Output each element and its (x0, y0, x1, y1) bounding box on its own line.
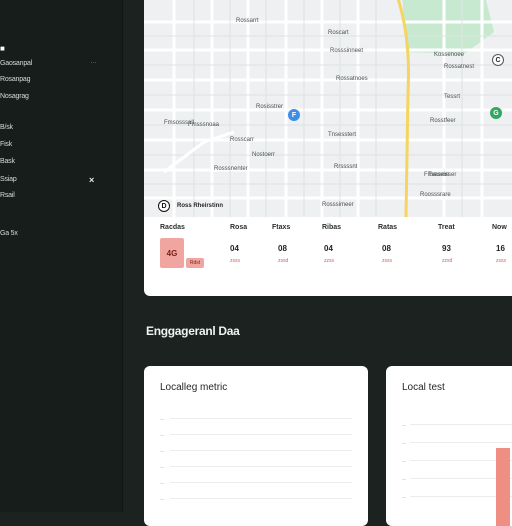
grid-line (170, 418, 352, 419)
sidebar-item-9[interactable]: Ga 5x (0, 230, 18, 237)
map-label: Rossatnoes (336, 76, 368, 82)
grid-line (170, 482, 352, 483)
sidebar: ■ Gaosanpal … Rosanpag Nosagrag B/sk Fis… (0, 0, 123, 512)
grid-line (170, 498, 352, 499)
axis-tick: — (402, 422, 406, 427)
axis-tick: — (402, 494, 406, 499)
metric-card: Localleg metric — — — — — — (144, 366, 368, 526)
stat-header: Racdas (160, 224, 185, 231)
stat-value: 16 (496, 244, 505, 253)
axis-tick: — (402, 476, 406, 481)
map-label: Rosisstrer (256, 104, 284, 110)
map-label: Ross Rheirstinn (177, 203, 224, 209)
axis-tick: — (160, 416, 164, 421)
axis-tick: — (402, 440, 406, 445)
map-label: Tessrt (444, 94, 461, 100)
metric-card: Local test — — — — — (386, 366, 512, 526)
stat-sub: zsss (382, 258, 392, 264)
card-title: Local test (402, 382, 445, 393)
sidebar-item-4[interactable]: B/sk (0, 124, 13, 131)
map-label: Nostoerr (252, 152, 276, 158)
map-label: Rossarrt (236, 18, 259, 24)
section-title: Enggageranl Daa (146, 324, 240, 338)
map-label: Tnsesstert (328, 132, 357, 138)
map-label: Rosstfeer (430, 118, 456, 124)
sidebar-item-3[interactable]: Nosagrag (0, 93, 29, 100)
stat-header: Rosa (230, 224, 248, 231)
axis-tick: — (160, 464, 164, 469)
axis-tick: — (160, 496, 164, 501)
map-label: Roosssrare (420, 192, 451, 198)
grid-line (170, 434, 352, 435)
sidebar-item-2[interactable]: Rosanpag (0, 76, 31, 83)
map-label: Rosssinneet (330, 48, 364, 54)
stat-sub: zzss (324, 258, 334, 264)
sidebar-item-1[interactable]: Gaosanpal (0, 60, 32, 67)
chart-bar[interactable] (496, 448, 510, 526)
stats-row: Racdas 4G Rdst Rosa 04 zsss Ftaxs 08 zss… (144, 224, 512, 284)
map-label: Rosssimeer (322, 202, 354, 208)
map[interactable]: Fmsosssall Rosscarr Rossarrt Rosisstrer … (144, 0, 512, 217)
location-pin-icon[interactable]: C (492, 54, 504, 66)
stat-header: Ratas (378, 224, 398, 231)
sidebar-item-8[interactable]: Rsail (0, 192, 15, 199)
axis-tick: — (160, 448, 164, 453)
axis-tick: — (160, 432, 164, 437)
map-label: Tsesaisser (428, 172, 457, 178)
map-label: Rosssnenter (214, 166, 248, 172)
stat-highlight-value: 4G (160, 238, 184, 268)
stat-header: Ftaxs (272, 224, 291, 231)
sidebar-item-home[interactable]: ■ (0, 44, 5, 53)
sidebar-item-5[interactable]: Fisk (0, 141, 12, 148)
grid-line (410, 424, 512, 425)
stat-highlight-sub: Rdst (186, 258, 204, 268)
stat-value: 08 (278, 244, 287, 253)
stat-sub: zsss (496, 258, 506, 264)
sidebar-item-6[interactable]: Bask (0, 158, 15, 165)
stat-value: 04 (324, 244, 333, 253)
location-pin-icon[interactable]: G (490, 107, 502, 119)
location-pin-icon[interactable]: F (288, 109, 300, 121)
map-label: Fmsssnoaa (188, 122, 220, 128)
map-label: Rrssssnt (334, 164, 358, 170)
stat-sub: zssd (278, 258, 289, 264)
stat-sub: zzsd (442, 258, 453, 264)
grid-line (170, 450, 352, 451)
axis-tick: — (160, 480, 164, 485)
sidebar-item-7[interactable]: Ssiap (0, 176, 17, 183)
stat-sub: zsss (230, 258, 240, 264)
grid-line (170, 466, 352, 467)
map-label: Rossatnest (444, 64, 475, 70)
location-pin-icon[interactable]: D (158, 200, 170, 212)
stat-header: Treat (438, 224, 455, 231)
card-title: Localleg metric (160, 382, 228, 393)
stat-header: Now (492, 224, 507, 231)
stat-value: 93 (442, 244, 451, 253)
grid-line (410, 442, 512, 443)
close-icon[interactable]: × (89, 175, 94, 185)
map-label: Rosscarr (230, 137, 255, 143)
map-label: Roscart (328, 30, 349, 36)
stat-header: Ribas (322, 224, 342, 231)
more-icon[interactable]: … (90, 58, 97, 65)
stat-value: 08 (382, 244, 391, 253)
stat-value: 04 (230, 244, 239, 253)
main-content: Fmsosssall Rosscarr Rossarrt Rosisstrer … (122, 0, 512, 526)
map-card: Fmsosssall Rosscarr Rossarrt Rosisstrer … (144, 0, 512, 296)
map-label: Kossenoee (434, 52, 465, 58)
axis-tick: — (402, 458, 406, 463)
